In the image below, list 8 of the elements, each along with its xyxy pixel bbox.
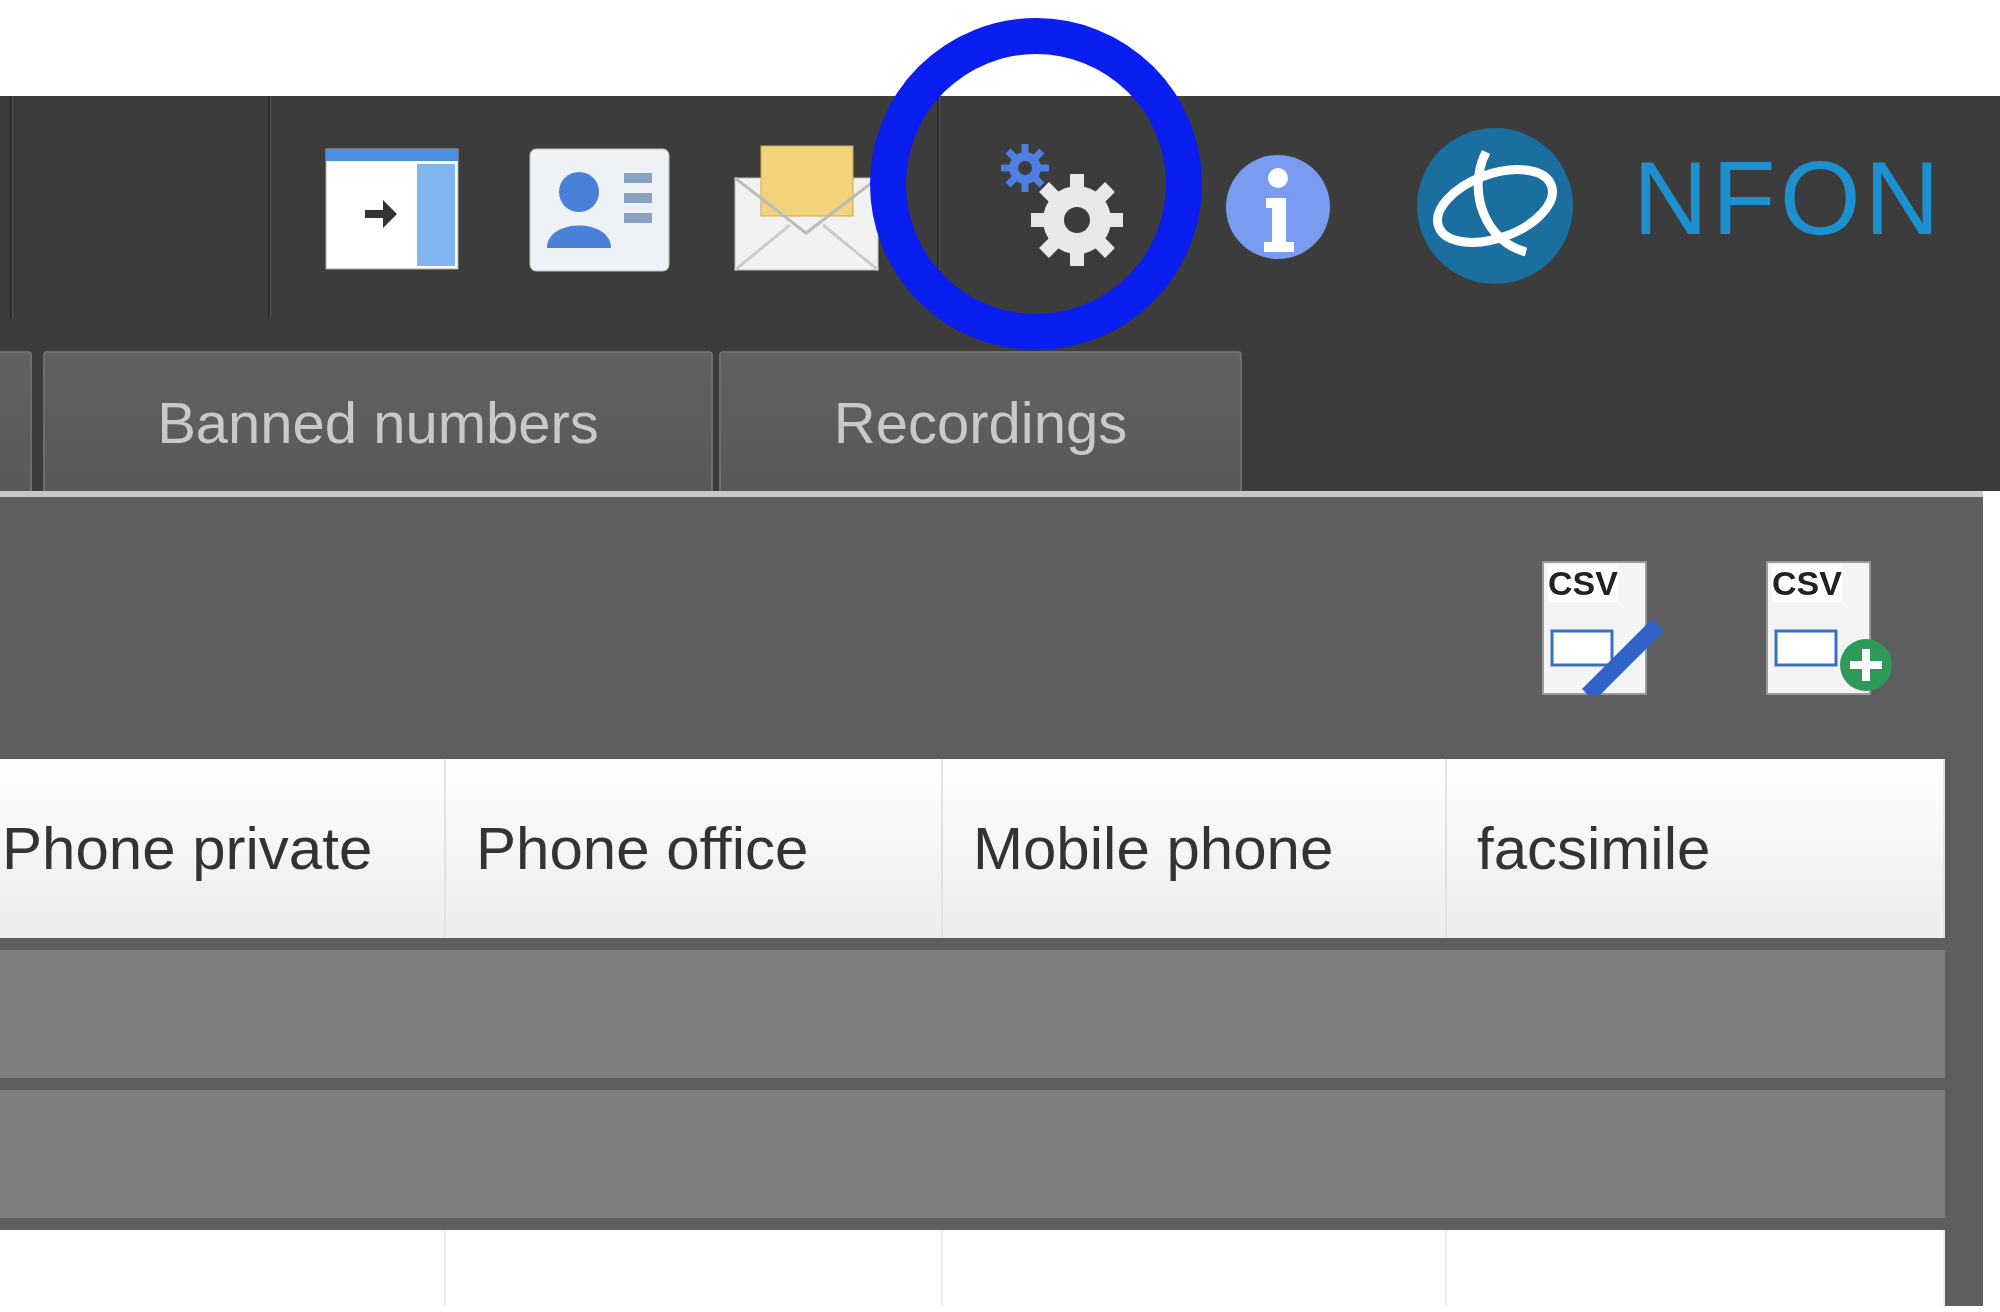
tab[interactable]: Recordings [719, 351, 1242, 491]
column-header[interactable]: Phone private [0, 759, 446, 938]
column-header[interactable]: Mobile phone [943, 759, 1447, 938]
tab[interactable]: Banned numbers [43, 351, 713, 491]
brand-name: NFON [1633, 146, 1944, 258]
window-icon[interactable] [325, 148, 459, 270]
column-header[interactable]: Phone office [446, 759, 943, 938]
column-header[interactable]: facsimile [1447, 759, 1945, 938]
